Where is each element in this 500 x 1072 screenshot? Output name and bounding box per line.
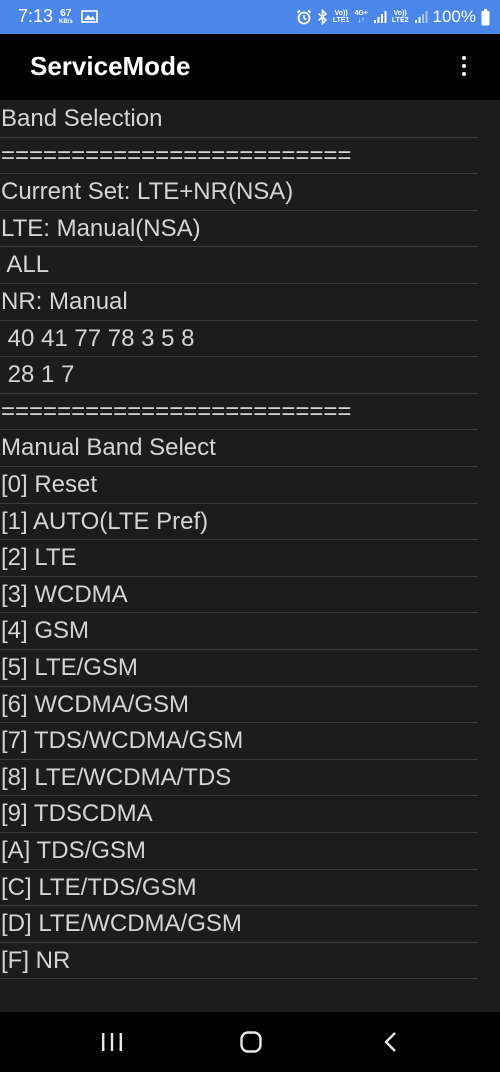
volte-lte1-bottom: LTE1	[332, 17, 350, 24]
gallery-icon	[81, 10, 98, 23]
network-type-label: 4G+	[354, 10, 368, 17]
list-item[interactable]: [6] WCDMA/GSM	[0, 687, 478, 724]
battery-percent: 100%	[432, 7, 476, 26]
volte-lte2: Vo)) LTE2	[392, 10, 409, 24]
navigation-bar	[0, 1012, 500, 1072]
list-item[interactable]: ALL	[0, 247, 478, 284]
list-item[interactable]: NR: Manual	[0, 284, 478, 321]
page-title: ServiceMode	[30, 51, 191, 81]
list-item[interactable]: [4] GSM	[0, 613, 478, 650]
network-speed-value: 67	[60, 8, 72, 19]
list-item[interactable]: [A] TDS/GSM	[0, 833, 478, 870]
battery-icon	[481, 8, 490, 25]
volte-lte1: Vo)) LTE1	[333, 10, 350, 24]
status-time: 7:13	[18, 6, 54, 26]
alarm-icon	[296, 9, 311, 25]
list-item[interactable]: [8] LTE/WCDMA/TDS	[0, 760, 478, 797]
list-item[interactable]: =========================	[0, 394, 478, 431]
list-item[interactable]: [3] WCDMA	[0, 577, 478, 614]
app-bar: ServiceMode	[0, 34, 500, 100]
list-item[interactable]: 28 1 7	[0, 357, 478, 394]
list-item[interactable]: Manual Band Select	[0, 430, 478, 467]
home-icon[interactable]	[236, 1030, 266, 1054]
list-item[interactable]: [1] AUTO(LTE Pref)	[0, 504, 478, 541]
volte-lte2-top: Vo))	[393, 10, 407, 17]
bluetooth-icon	[317, 9, 327, 25]
list-item[interactable]: [7] TDS/WCDMA/GSM	[0, 723, 478, 760]
signal-icon	[373, 11, 387, 23]
back-icon[interactable]	[376, 1030, 406, 1054]
list-item[interactable]: =========================	[0, 138, 478, 175]
status-icons-right: Vo)) LTE1 4G+ ↓↑ Vo)) LTE2 100%	[296, 4, 490, 30]
list-item[interactable]: Band Selection	[0, 101, 478, 138]
volte-lte2-bottom: LTE2	[391, 17, 409, 24]
signal-icon	[414, 11, 428, 23]
list-item[interactable]: [0] Reset	[0, 467, 478, 504]
network-speed: 67 KB/s	[59, 9, 73, 26]
service-mode-list[interactable]: Band Selection =========================…	[0, 100, 500, 1012]
list-item[interactable]: 40 41 77 78 3 5 8	[0, 321, 478, 358]
list-item[interactable]: [2] LTE	[0, 540, 478, 577]
list-item[interactable]: [C] LTE/TDS/GSM	[0, 870, 478, 907]
recent-apps-icon[interactable]	[97, 1030, 127, 1054]
list-item[interactable]: [5] LTE/GSM	[0, 650, 478, 687]
status-bar: 7:13 67 KB/s Vo)) LTE1 4G+ ↓↑ Vo)) LTE2 …	[0, 0, 500, 34]
volte-lte1-top: Vo))	[334, 10, 348, 17]
list-item[interactable]: LTE: Manual(NSA)	[0, 211, 478, 248]
more-vert-icon[interactable]	[454, 54, 474, 78]
list-item[interactable]: [9] TDSCDMA	[0, 796, 478, 833]
network-speed-unit: KB/s	[59, 19, 73, 25]
list-item[interactable]: [D] LTE/WCDMA/GSM	[0, 906, 478, 943]
list-item[interactable]: [F] NR	[0, 943, 478, 980]
data-activity-arrows: ↓↑	[357, 17, 365, 24]
network-type: 4G+ ↓↑	[354, 10, 367, 24]
list-item[interactable]: Current Set: LTE+NR(NSA)	[0, 174, 478, 211]
